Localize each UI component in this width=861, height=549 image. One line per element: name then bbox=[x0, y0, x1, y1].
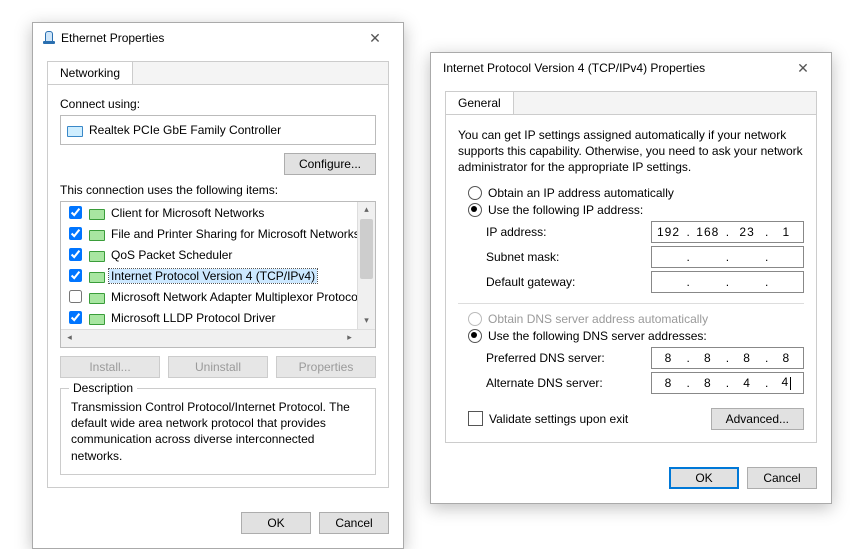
radio-ip-auto[interactable]: Obtain an IP address automatically bbox=[468, 186, 804, 200]
ok-button[interactable]: OK bbox=[241, 512, 311, 534]
ethernet-icon bbox=[41, 30, 57, 46]
items-label: This connection uses the following items… bbox=[60, 183, 376, 197]
component-icon bbox=[89, 227, 105, 241]
tabstrip: General bbox=[445, 91, 817, 115]
dialog-title: Internet Protocol Version 4 (TCP/IPv4) P… bbox=[439, 61, 783, 75]
checkbox[interactable] bbox=[69, 290, 82, 303]
connect-using-label: Connect using: bbox=[60, 97, 376, 111]
text-caret bbox=[790, 377, 791, 390]
preferred-dns-label: Preferred DNS server: bbox=[486, 351, 651, 365]
components-list[interactable]: Client for Microsoft Networks File and Pr… bbox=[60, 201, 376, 348]
alternate-dns-label: Alternate DNS server: bbox=[486, 376, 651, 390]
list-item-label: File and Printer Sharing for Microsoft N… bbox=[109, 227, 358, 241]
adapter-name: Realtek PCIe GbE Family Controller bbox=[89, 123, 281, 137]
radio-icon bbox=[468, 186, 482, 200]
ip-address-input[interactable]: 192. 168. 23. 1 bbox=[651, 221, 804, 243]
checkbox[interactable] bbox=[69, 206, 82, 219]
checkbox-icon bbox=[468, 411, 483, 426]
list-item[interactable]: Microsoft Network Adapter Multiplexor Pr… bbox=[61, 286, 358, 307]
separator bbox=[458, 303, 804, 304]
alternate-dns-input[interactable]: 8. 8. 4. 4 bbox=[651, 372, 804, 394]
description-text: Transmission Control Protocol/Internet P… bbox=[71, 399, 365, 464]
ipv4-properties-dialog: Internet Protocol Version 4 (TCP/IPv4) P… bbox=[430, 52, 832, 504]
description-title: Description bbox=[69, 381, 137, 395]
component-icon bbox=[89, 269, 105, 283]
component-icon bbox=[89, 206, 105, 220]
radio-dns-auto: Obtain DNS server address automatically bbox=[468, 312, 804, 326]
list-item-label: Client for Microsoft Networks bbox=[109, 206, 266, 220]
advanced-button[interactable]: Advanced... bbox=[711, 408, 804, 430]
cancel-button[interactable]: Cancel bbox=[747, 467, 817, 489]
checkbox-label: Validate settings upon exit bbox=[489, 412, 628, 426]
dialog-title: Ethernet Properties bbox=[57, 31, 355, 45]
configure-button[interactable]: Configure... bbox=[284, 153, 376, 175]
list-item[interactable]: File and Printer Sharing for Microsoft N… bbox=[61, 223, 358, 244]
list-item[interactable]: Client for Microsoft Networks bbox=[61, 202, 358, 223]
vertical-scrollbar[interactable]: ▴▾ bbox=[357, 202, 375, 330]
radio-label: Use the following DNS server addresses: bbox=[488, 329, 707, 343]
ok-button[interactable]: OK bbox=[669, 467, 739, 489]
cancel-button[interactable]: Cancel bbox=[319, 512, 389, 534]
component-icon bbox=[89, 311, 105, 325]
checkbox[interactable] bbox=[69, 227, 82, 240]
adapter-field[interactable]: Realtek PCIe GbE Family Controller bbox=[60, 115, 376, 145]
tab-general[interactable]: General bbox=[446, 92, 514, 114]
component-icon bbox=[89, 290, 105, 304]
properties-button[interactable]: Properties bbox=[276, 356, 376, 378]
radio-icon bbox=[468, 203, 482, 217]
ip-address-label: IP address: bbox=[486, 225, 651, 239]
adapter-icon bbox=[67, 123, 83, 137]
description-group: Description Transmission Control Protoco… bbox=[60, 388, 376, 475]
radio-icon bbox=[468, 312, 482, 326]
checkbox[interactable] bbox=[69, 311, 82, 324]
checkbox[interactable] bbox=[69, 248, 82, 261]
list-item[interactable]: Microsoft LLDP Protocol Driver bbox=[61, 307, 358, 328]
preferred-dns-input[interactable]: 8. 8. 8. 8 bbox=[651, 347, 804, 369]
titlebar[interactable]: Ethernet Properties ✕ bbox=[33, 23, 403, 53]
close-icon[interactable]: ✕ bbox=[355, 30, 395, 47]
titlebar[interactable]: Internet Protocol Version 4 (TCP/IPv4) P… bbox=[431, 53, 831, 83]
list-item[interactable]: QoS Packet Scheduler bbox=[61, 244, 358, 265]
list-item-label: QoS Packet Scheduler bbox=[109, 248, 234, 262]
install-button[interactable]: Install... bbox=[60, 356, 160, 378]
tabstrip: Networking bbox=[47, 61, 389, 85]
radio-dns-manual[interactable]: Use the following DNS server addresses: bbox=[468, 329, 804, 343]
info-text: You can get IP settings assigned automat… bbox=[458, 127, 804, 176]
list-item[interactable]: Internet Protocol Version 4 (TCP/IPv4) bbox=[61, 265, 358, 286]
subnet-mask-label: Subnet mask: bbox=[486, 250, 651, 264]
tab-networking[interactable]: Networking bbox=[48, 62, 133, 84]
validate-checkbox[interactable]: Validate settings upon exit bbox=[468, 411, 628, 426]
radio-label: Obtain DNS server address automatically bbox=[488, 312, 708, 326]
radio-ip-manual[interactable]: Use the following IP address: bbox=[468, 203, 804, 217]
radio-icon bbox=[468, 329, 482, 343]
horizontal-scrollbar[interactable]: ◂▸ bbox=[61, 329, 375, 347]
checkbox[interactable] bbox=[69, 269, 82, 282]
default-gateway-input[interactable]: . . . bbox=[651, 271, 804, 293]
radio-label: Obtain an IP address automatically bbox=[488, 186, 674, 200]
close-icon[interactable]: ✕ bbox=[783, 60, 823, 77]
radio-label: Use the following IP address: bbox=[488, 203, 643, 217]
component-icon bbox=[89, 248, 105, 262]
subnet-mask-input[interactable]: . . . bbox=[651, 246, 804, 268]
list-item-label: Internet Protocol Version 4 (TCP/IPv4) bbox=[109, 269, 317, 283]
uninstall-button[interactable]: Uninstall bbox=[168, 356, 268, 378]
list-item-label: Microsoft Network Adapter Multiplexor Pr… bbox=[109, 290, 358, 304]
ethernet-properties-dialog: Ethernet Properties ✕ Networking Connect… bbox=[32, 22, 404, 549]
default-gateway-label: Default gateway: bbox=[486, 275, 651, 289]
list-item-label: Microsoft LLDP Protocol Driver bbox=[109, 311, 278, 325]
